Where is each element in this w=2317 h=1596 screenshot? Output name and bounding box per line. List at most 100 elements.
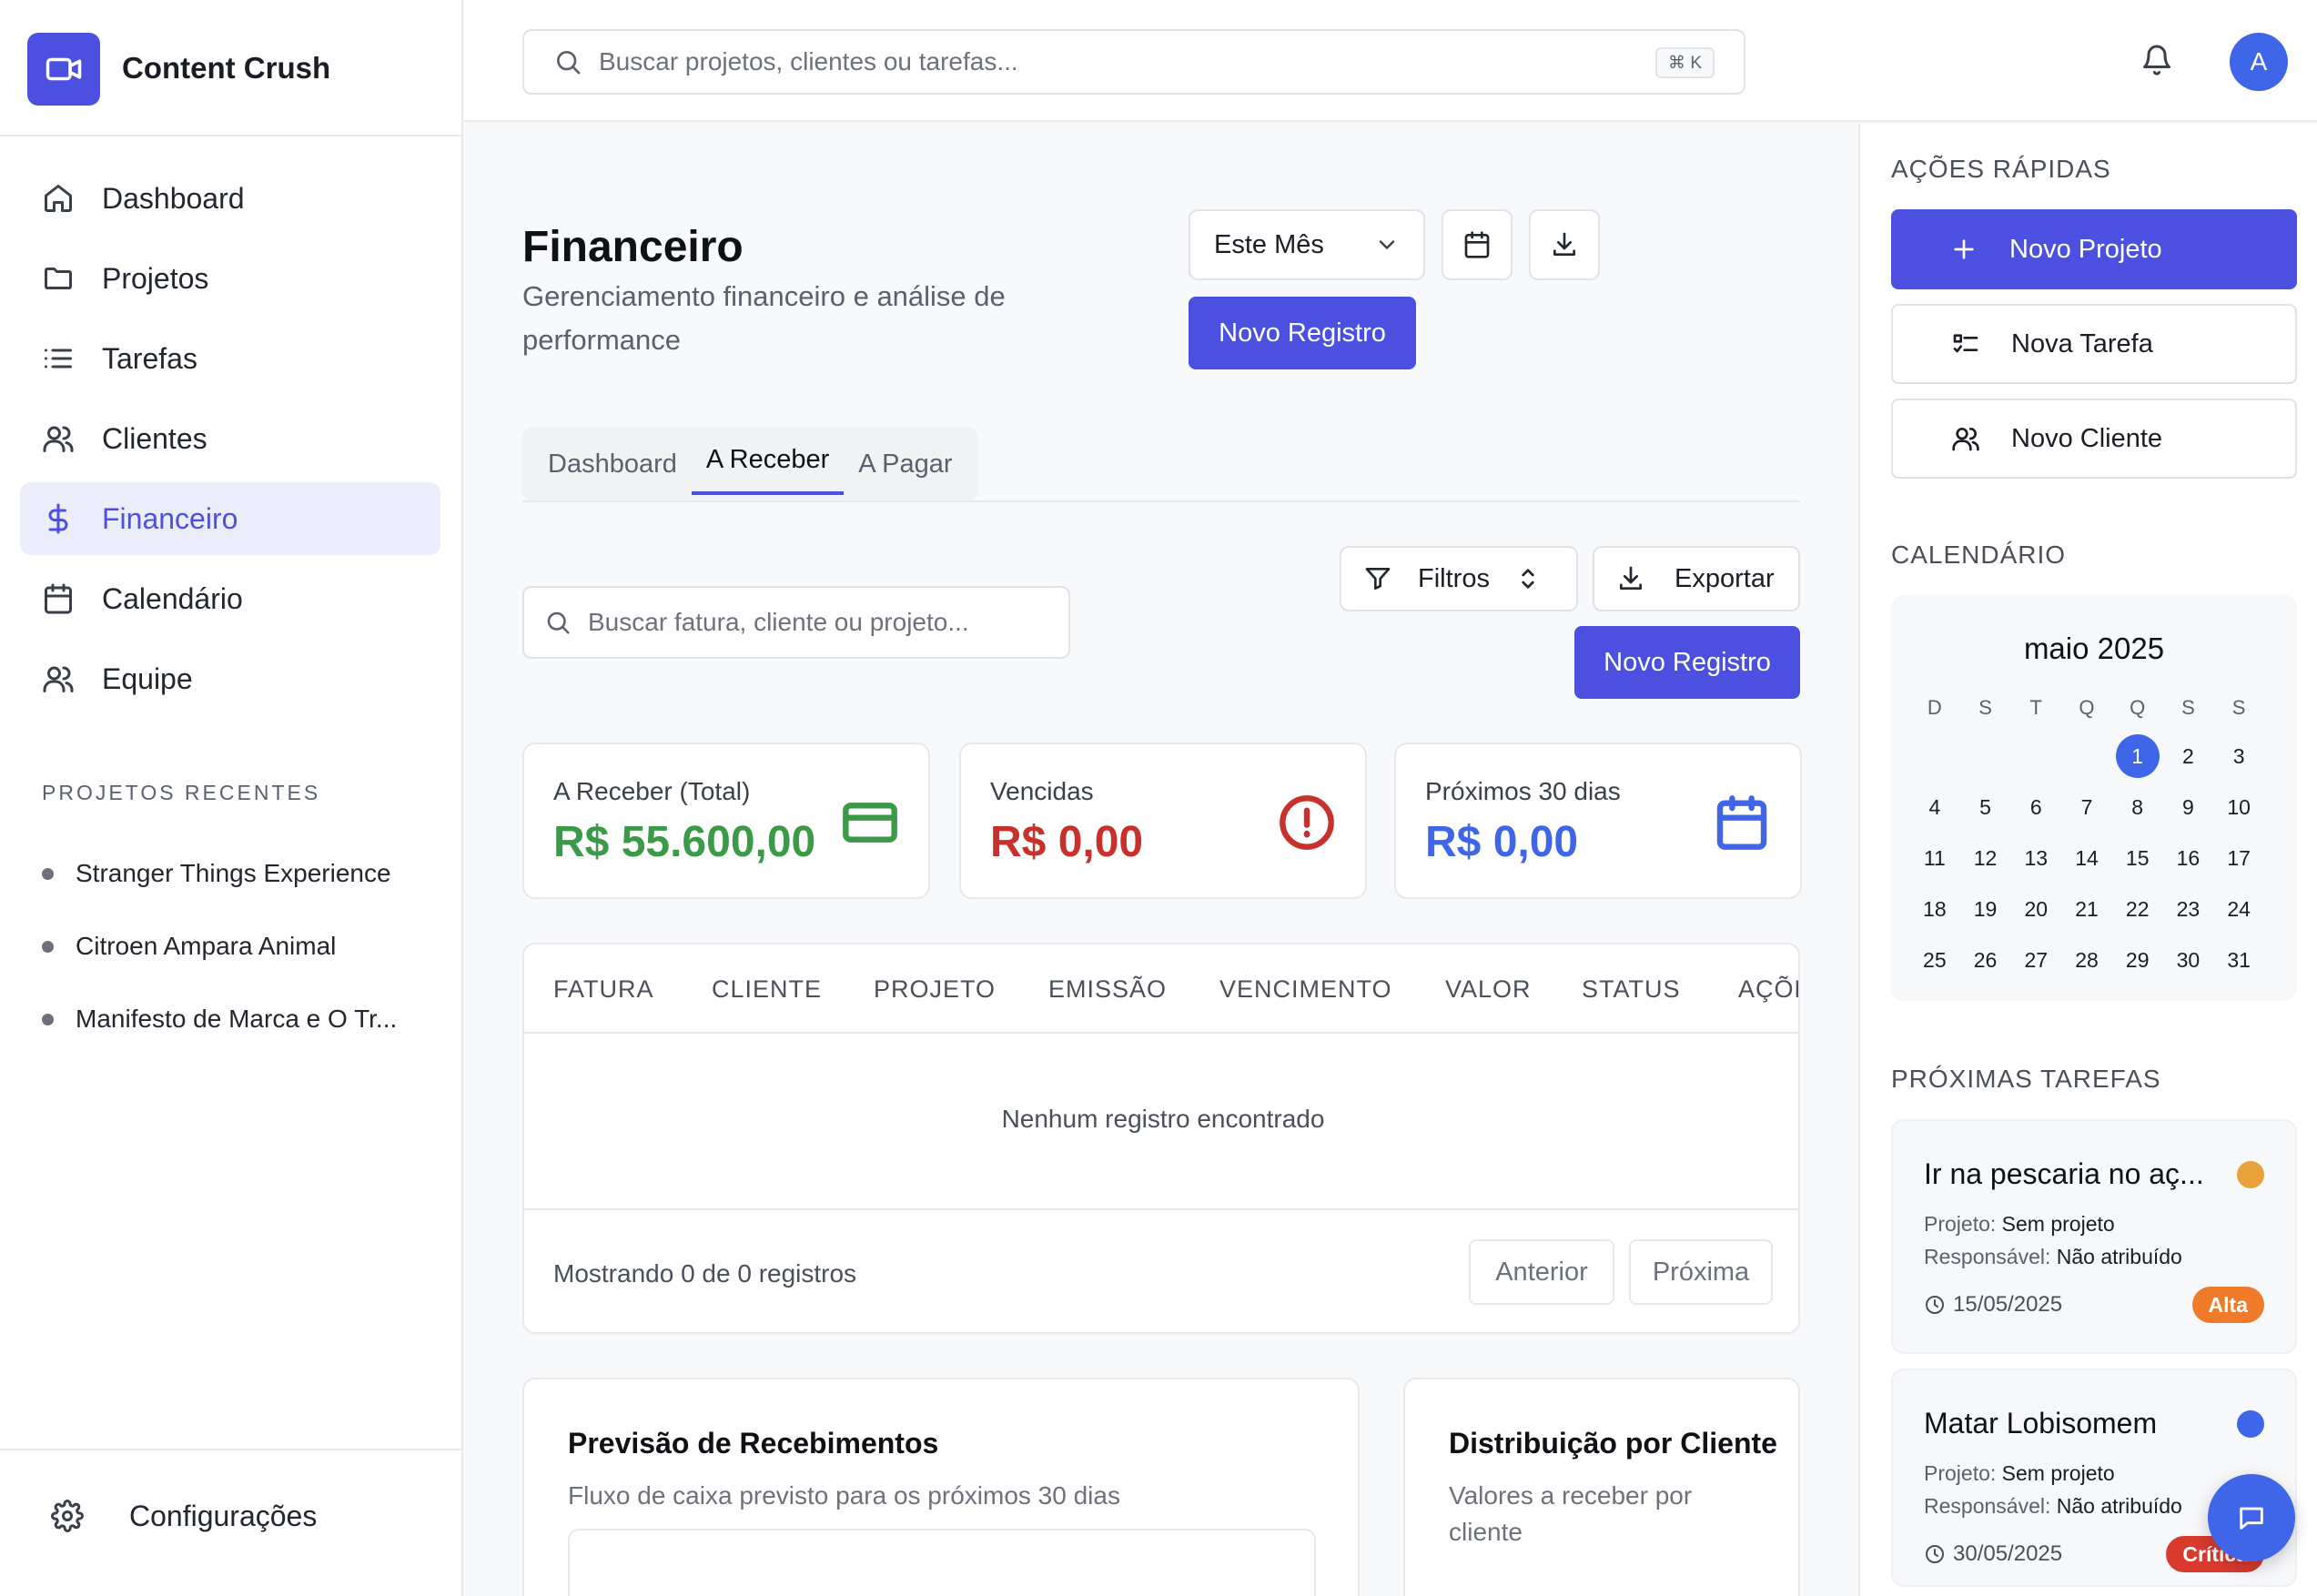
column-header[interactable]: EMISSÃO: [1048, 975, 1167, 1004]
sidebar-item-label: Tarefas: [102, 341, 197, 375]
column-header[interactable]: VALOR: [1445, 975, 1532, 1004]
previous-page-button[interactable]: Anterior: [1469, 1239, 1614, 1305]
calendar-day[interactable]: 4: [1909, 788, 1960, 826]
receivables-table: FATURA CLIENTE PROJETO EMISSÃO VENCIMENT…: [522, 943, 1800, 1334]
calendar-day[interactable]: 19: [1960, 890, 2011, 928]
calendar-day[interactable]: 15: [2112, 839, 2163, 877]
calendar-icon: [1716, 795, 1767, 850]
calendar-day[interactable]: 7: [2061, 788, 2112, 826]
calendar-day[interactable]: 1: [2112, 734, 2163, 778]
calendar-day[interactable]: 24: [2213, 890, 2264, 928]
period-select[interactable]: Este Mês: [1189, 209, 1425, 280]
calendar-day[interactable]: 8: [2112, 788, 2163, 826]
new-record-button[interactable]: Novo Registro: [1189, 297, 1416, 369]
calendar-day[interactable]: 11: [1909, 839, 1960, 877]
recent-project-item[interactable]: Citroen Ampara Animal: [42, 910, 397, 983]
column-header[interactable]: FATURA: [553, 975, 654, 1004]
summary-card-total: A Receber (Total) R$ 55.600,00: [522, 742, 930, 899]
column-header[interactable]: PROJETO: [874, 975, 996, 1004]
weekday-header: D: [1927, 696, 1942, 719]
panel-title: Previsão de Recebimentos: [568, 1427, 939, 1460]
sidebar-item-clientes[interactable]: Clientes: [20, 402, 440, 475]
tab-a-receber[interactable]: A Receber: [691, 428, 845, 495]
checklist-icon: [1953, 334, 1978, 353]
calendar-day[interactable]: 22: [2112, 890, 2163, 928]
card-value: R$ 55.600,00: [553, 818, 816, 866]
calendar-day[interactable]: 3: [2213, 737, 2264, 775]
sidebar-item-label: Calendário: [102, 581, 243, 615]
new-record-button[interactable]: Novo Registro: [1574, 626, 1800, 699]
dollar-icon: [48, 503, 68, 534]
calendar-day[interactable]: 27: [2010, 941, 2061, 979]
panel-subtitle: Valores a receber por cliente: [1449, 1481, 1693, 1546]
column-header[interactable]: VENCIMENTO: [1219, 975, 1392, 1004]
calendar-button[interactable]: [1442, 209, 1513, 280]
column-header[interactable]: CLIENTE: [712, 975, 822, 1004]
sidebar-item-tarefas[interactable]: Tarefas: [20, 322, 440, 395]
clock-icon: [1926, 1545, 1944, 1563]
sidebar: Content Crush Dashboard Projetos Tarefas…: [0, 0, 463, 1596]
sidebar-item-financeiro[interactable]: Financeiro: [20, 482, 440, 555]
calendar-day[interactable]: 23: [2163, 890, 2214, 928]
calendar-day[interactable]: 20: [2010, 890, 2061, 928]
filters-button[interactable]: Filtros: [1340, 546, 1578, 611]
calendar-day[interactable]: 18: [1909, 890, 1960, 928]
calendar-day[interactable]: 26: [1960, 941, 2011, 979]
calendar-day[interactable]: 2: [2163, 737, 2214, 775]
new-project-button[interactable]: Novo Projeto: [1891, 209, 2297, 289]
calendar-day[interactable]: 25: [1909, 941, 1960, 979]
calendar-day[interactable]: 12: [1960, 839, 2011, 877]
panel-title: Distribuição por Cliente: [1449, 1427, 1777, 1460]
chat-button[interactable]: [2208, 1474, 2295, 1561]
card-label: A Receber (Total): [553, 777, 751, 805]
calendar-day[interactable]: 17: [2213, 839, 2264, 877]
calendar-day[interactable]: 31: [2213, 941, 2264, 979]
column-header[interactable]: STATUS: [1582, 975, 1681, 1004]
settings-link[interactable]: Configurações: [0, 1449, 463, 1596]
download-button[interactable]: [1529, 209, 1600, 280]
export-button[interactable]: Exportar: [1593, 546, 1800, 611]
sidebar-item-projetos[interactable]: Projetos: [20, 242, 440, 315]
calendar-day[interactable]: 6: [2010, 788, 2061, 826]
task-card[interactable]: Ir na pescaria no aç... Projeto: Sem pro…: [1891, 1119, 2297, 1354]
new-task-button[interactable]: Nova Tarefa: [1891, 304, 2297, 384]
task-project-value: Sem projeto: [2001, 1212, 2115, 1236]
calendar-day[interactable]: 30: [2163, 941, 2214, 979]
calendar-day[interactable]: 14: [2061, 839, 2112, 877]
calendar-day[interactable]: 16: [2163, 839, 2214, 877]
invoice-search-input[interactable]: Buscar fatura, cliente ou projeto...: [522, 586, 1070, 659]
calendar-day[interactable]: 28: [2061, 941, 2112, 979]
task-status-dot: [2237, 1410, 2264, 1438]
calendar-day[interactable]: 29: [2112, 941, 2163, 979]
panel-subtitle: Fluxo de caixa previsto para os próximos…: [568, 1481, 1120, 1510]
calendar-day[interactable]: 5: [1960, 788, 2011, 826]
sidebar-item-equipe[interactable]: Equipe: [20, 642, 440, 715]
settings-label: Configurações: [129, 1500, 318, 1532]
global-search-input[interactable]: Buscar projetos, clientes ou tarefas... …: [522, 29, 1745, 95]
bullet-icon: [42, 940, 54, 953]
sidebar-item-dashboard[interactable]: Dashboard: [20, 162, 440, 235]
column-header[interactable]: AÇÕES: [1738, 975, 1798, 1004]
next-page-button[interactable]: Próxima: [1629, 1239, 1773, 1305]
recent-project-item[interactable]: Manifesto de Marca e O Tr...: [42, 983, 397, 1056]
calendar-day[interactable]: 9: [2163, 788, 2214, 826]
tab-a-pagar[interactable]: A Pagar: [844, 428, 966, 500]
video-camera-icon[interactable]: [27, 33, 100, 106]
new-client-button[interactable]: Novo Cliente: [1891, 399, 2297, 479]
pagination-info: Mostrando 0 de 0 registros: [553, 1259, 857, 1288]
calendar-month: maio 2025: [2023, 631, 2165, 665]
weekday-header: S: [1978, 696, 1992, 719]
search-icon: [547, 611, 570, 634]
calendar-day[interactable]: 13: [2010, 839, 2061, 877]
calendar-grid: D S T Q Q S S 1 2 3 4 5 6 7 8 9 10 11 12 13 14 15 16 17 18 19 20 21…: [1909, 692, 2264, 979]
avatar[interactable]: A: [2230, 33, 2288, 91]
card-label: Vencidas: [990, 777, 1094, 805]
calendar-day[interactable]: 21: [2061, 890, 2112, 928]
calendar-day[interactable]: 10: [2213, 788, 2264, 826]
sidebar-item-calendario[interactable]: Calendário: [20, 562, 440, 635]
top-bar: Buscar projetos, clientes ou tarefas... …: [464, 0, 2317, 122]
tab-dashboard[interactable]: Dashboard: [533, 428, 692, 500]
bell-icon[interactable]: [2140, 44, 2173, 76]
sidebar-item-label: Equipe: [102, 662, 193, 695]
recent-project-item[interactable]: Stranger Things Experience: [42, 837, 397, 910]
